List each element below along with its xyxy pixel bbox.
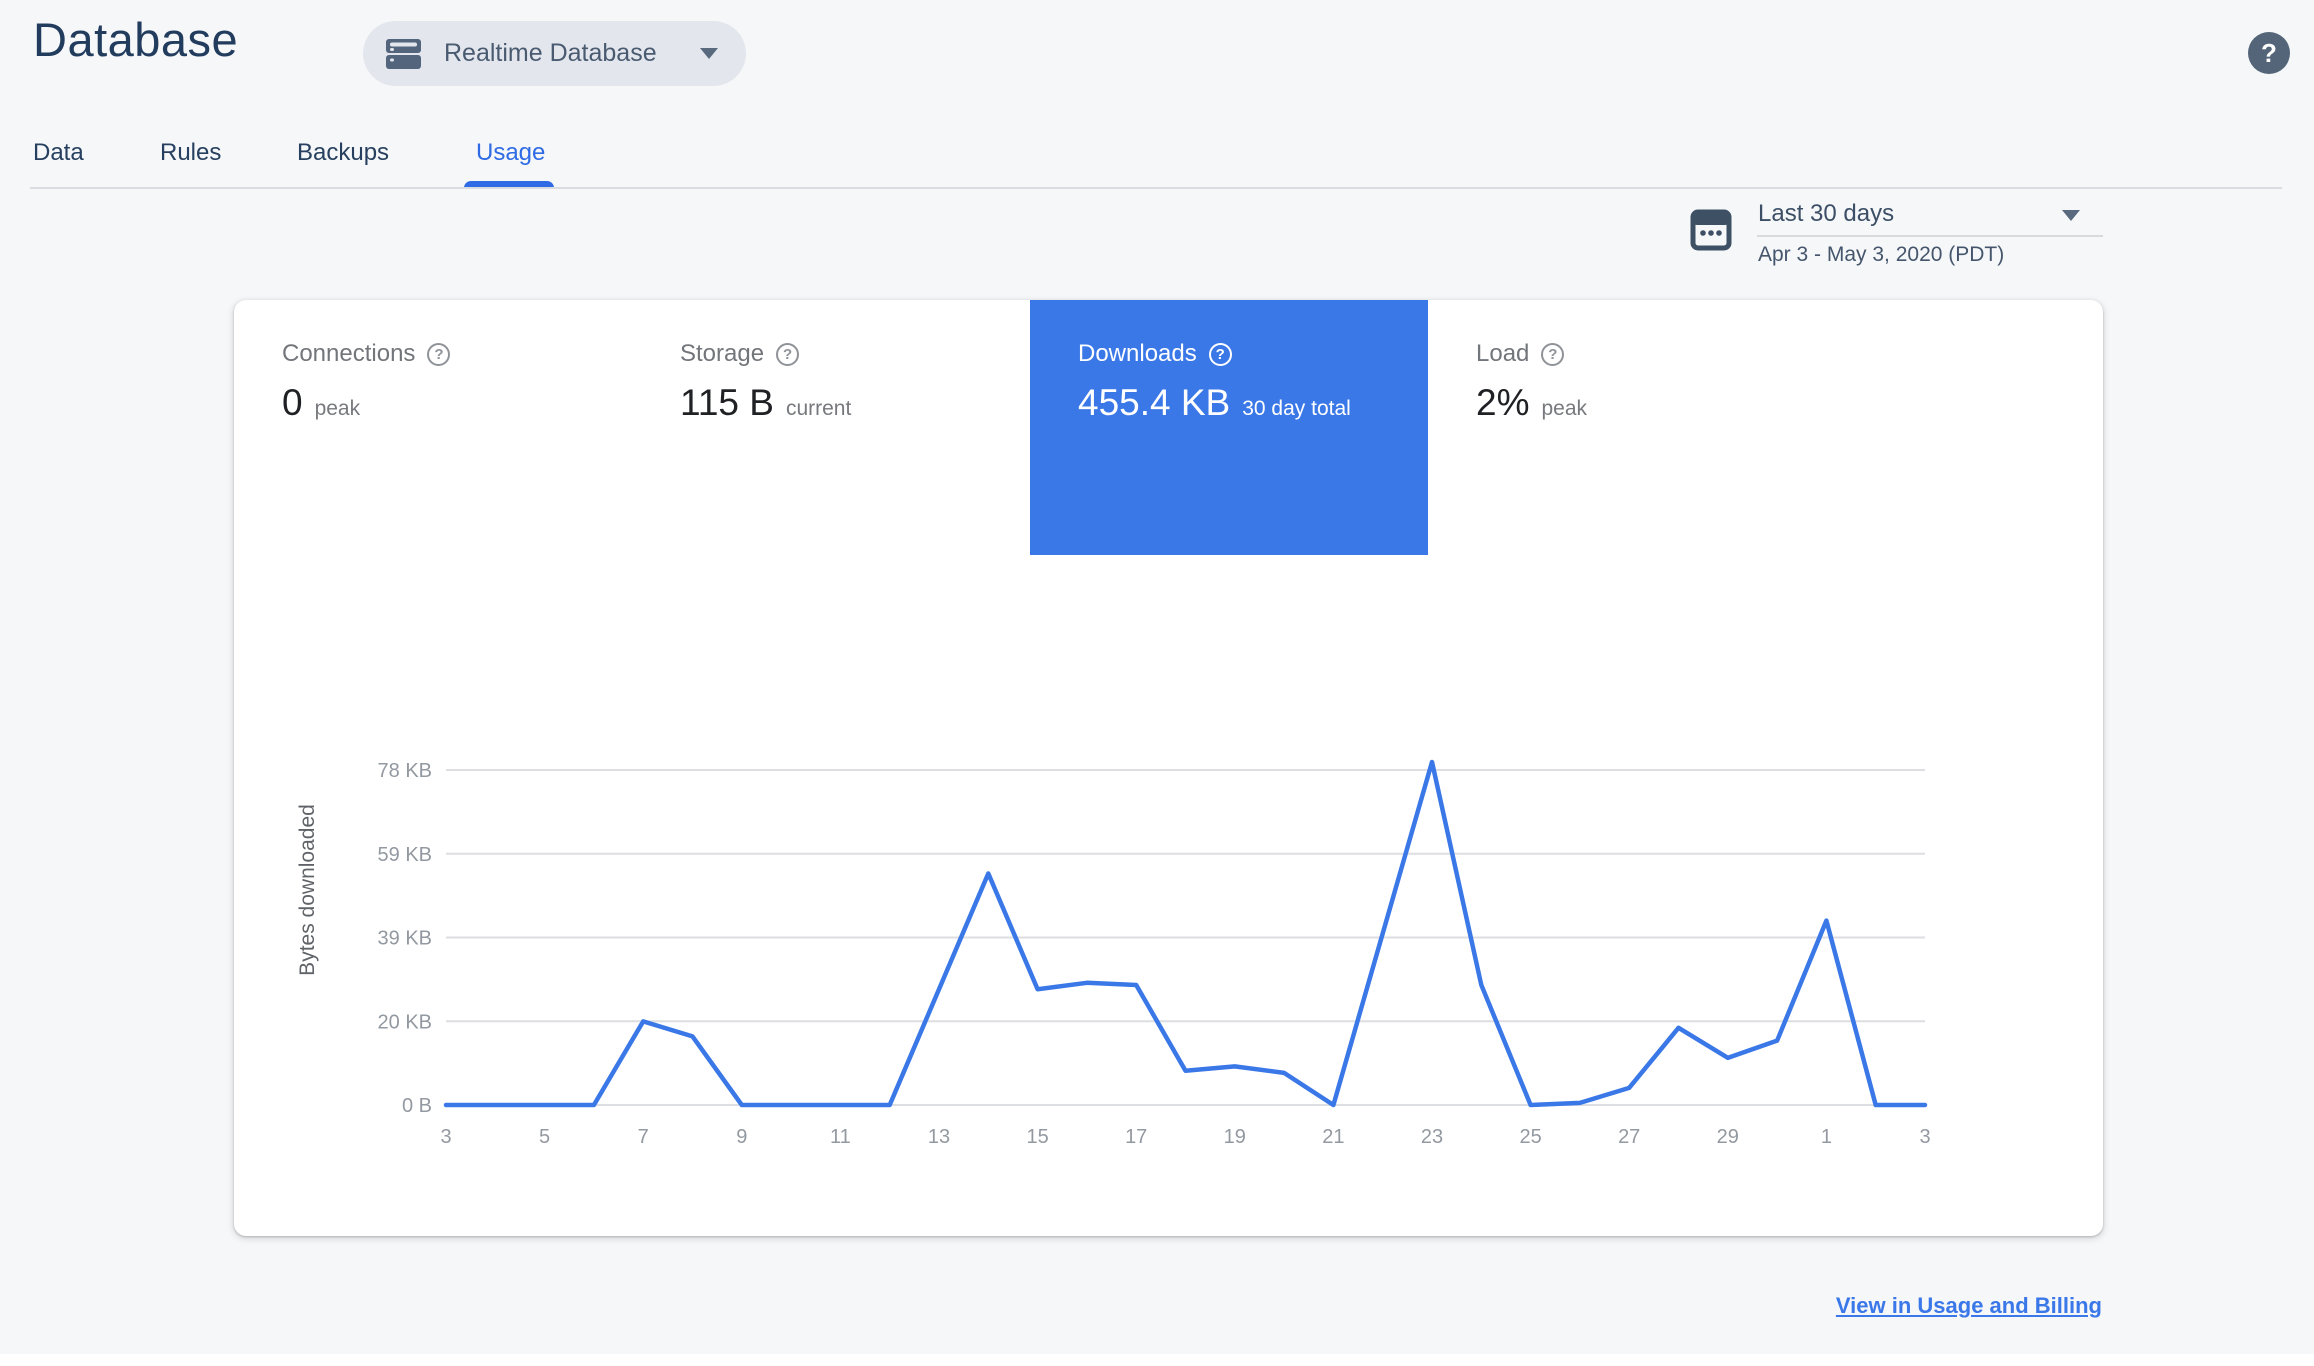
x-tick-label: 5 <box>539 1126 550 1148</box>
y-tick-label: 20 KB <box>378 1011 432 1033</box>
x-tick-label: 17 <box>1125 1126 1147 1148</box>
tab-rules[interactable]: Rules <box>160 139 221 167</box>
tab-usage[interactable]: Usage <box>476 139 545 167</box>
x-tick-label: 27 <box>1618 1126 1640 1148</box>
realtime-database-icon <box>385 34 422 74</box>
tab-data[interactable]: Data <box>33 139 84 167</box>
view-usage-billing-link[interactable]: View in Usage and Billing <box>1836 1293 2102 1319</box>
question-mark-icon: ? <box>2261 37 2277 68</box>
chevron-down-icon <box>700 48 718 59</box>
downloads-line-chart: 0 B20 KB39 KB59 KB78 KB3 5 7 9 11 13 15 17 19 21 2… <box>296 759 1931 1148</box>
help-button[interactable]: ? <box>2248 32 2290 74</box>
x-tick-label: 7 <box>638 1126 649 1148</box>
x-tick-label: 9 <box>736 1126 747 1148</box>
page-title: Database <box>33 13 239 66</box>
y-tick-label: 59 KB <box>378 844 432 866</box>
x-tick-label: 19 <box>1224 1126 1246 1148</box>
y-tick-label: 39 KB <box>378 928 432 950</box>
date-range-caret-icon[interactable] <box>2062 210 2080 221</box>
x-tick-label: 1 <box>1821 1126 1832 1148</box>
x-tick-label: 23 <box>1421 1126 1443 1148</box>
x-tick-label: 21 <box>1322 1126 1344 1148</box>
y-tick-label: 78 KB <box>378 760 432 782</box>
firebase-database-usage-page: Database Realtime Database ? Data Rules … <box>0 0 2314 1366</box>
date-range-underline <box>1757 235 2103 237</box>
x-tick-label: 3 <box>1919 1126 1930 1148</box>
date-range-detail: Apr 3 - May 3, 2020 (PDT) <box>1758 243 2005 266</box>
y-tick-label: 0 B <box>402 1095 432 1117</box>
database-selector-label: Realtime Database <box>444 39 657 67</box>
bottom-strip <box>0 1354 2314 1366</box>
x-tick-label: 15 <box>1026 1126 1048 1148</box>
downloads-series-line <box>443 759 1928 1108</box>
tabs-divider <box>30 187 2282 189</box>
usage-card: Connections ? 0 peak Storage ? 115 B cur… <box>234 300 2103 1236</box>
calendar-icon <box>1690 206 1732 257</box>
tab-backups[interactable]: Backups <box>297 139 389 167</box>
x-tick-label: 11 <box>830 1126 851 1148</box>
x-tick-label: 29 <box>1717 1126 1739 1148</box>
y-axis-title: Bytes downloaded <box>296 804 319 976</box>
x-tick-label: 25 <box>1519 1126 1541 1148</box>
x-tick-label: 13 <box>928 1126 950 1148</box>
x-tick-label: 3 <box>440 1126 451 1148</box>
date-range-dropdown[interactable]: Last 30 days <box>1758 200 1894 228</box>
database-selector-dropdown[interactable]: Realtime Database <box>363 21 746 86</box>
